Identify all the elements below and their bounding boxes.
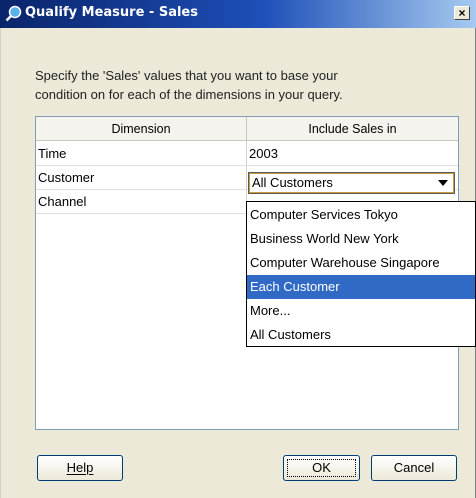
column-header-include-sales-in[interactable]: Include Sales in	[247, 117, 458, 141]
dropdown-option[interactable]: Computer Warehouse Singapore	[247, 251, 475, 275]
dropdown-option[interactable]: Computer Services Tokyo	[247, 203, 475, 227]
instructions-text: Specify the 'Sales' values that you want…	[35, 66, 435, 104]
customer-dropdown-list[interactable]: Computer Services Tokyo Business World N…	[246, 201, 476, 347]
chevron-down-icon[interactable]	[438, 180, 448, 186]
help-button-label: Help	[66, 460, 94, 475]
dropdown-option[interactable]: More...	[247, 299, 475, 323]
title-bar[interactable]: Qualify Measure - Sales	[0, 0, 476, 28]
window-title: Qualify Measure - Sales	[25, 5, 198, 20]
instructions-line-1: Specify the 'Sales' values that you want…	[35, 68, 338, 83]
row-time-value[interactable]: 2003	[247, 142, 458, 165]
row-divider	[36, 213, 246, 214]
customer-combo-box[interactable]: All Customers	[248, 172, 455, 194]
ok-button-label: OK	[312, 460, 331, 475]
row-customer-dimension[interactable]: Customer	[36, 166, 246, 189]
row-time-dimension[interactable]: Time	[36, 142, 246, 165]
cancel-button-label: Cancel	[393, 460, 435, 475]
ok-button[interactable]: OK	[283, 455, 360, 481]
cancel-button[interactable]: Cancel	[371, 455, 457, 481]
customer-combo-value: All Customers	[252, 175, 333, 190]
dropdown-option[interactable]: Business World New York	[247, 227, 475, 251]
row-channel-dimension[interactable]: Channel	[36, 190, 246, 213]
column-header-dimension[interactable]: Dimension	[36, 117, 247, 141]
instructions-line-2: condition on for each of the dimensions …	[35, 87, 343, 102]
help-button[interactable]: Help	[37, 455, 123, 481]
dropdown-option-selected[interactable]: Each Customer	[247, 275, 475, 299]
close-icon[interactable]: ×	[454, 6, 470, 20]
dropdown-option[interactable]: All Customers	[247, 323, 475, 347]
search-icon	[5, 5, 22, 22]
